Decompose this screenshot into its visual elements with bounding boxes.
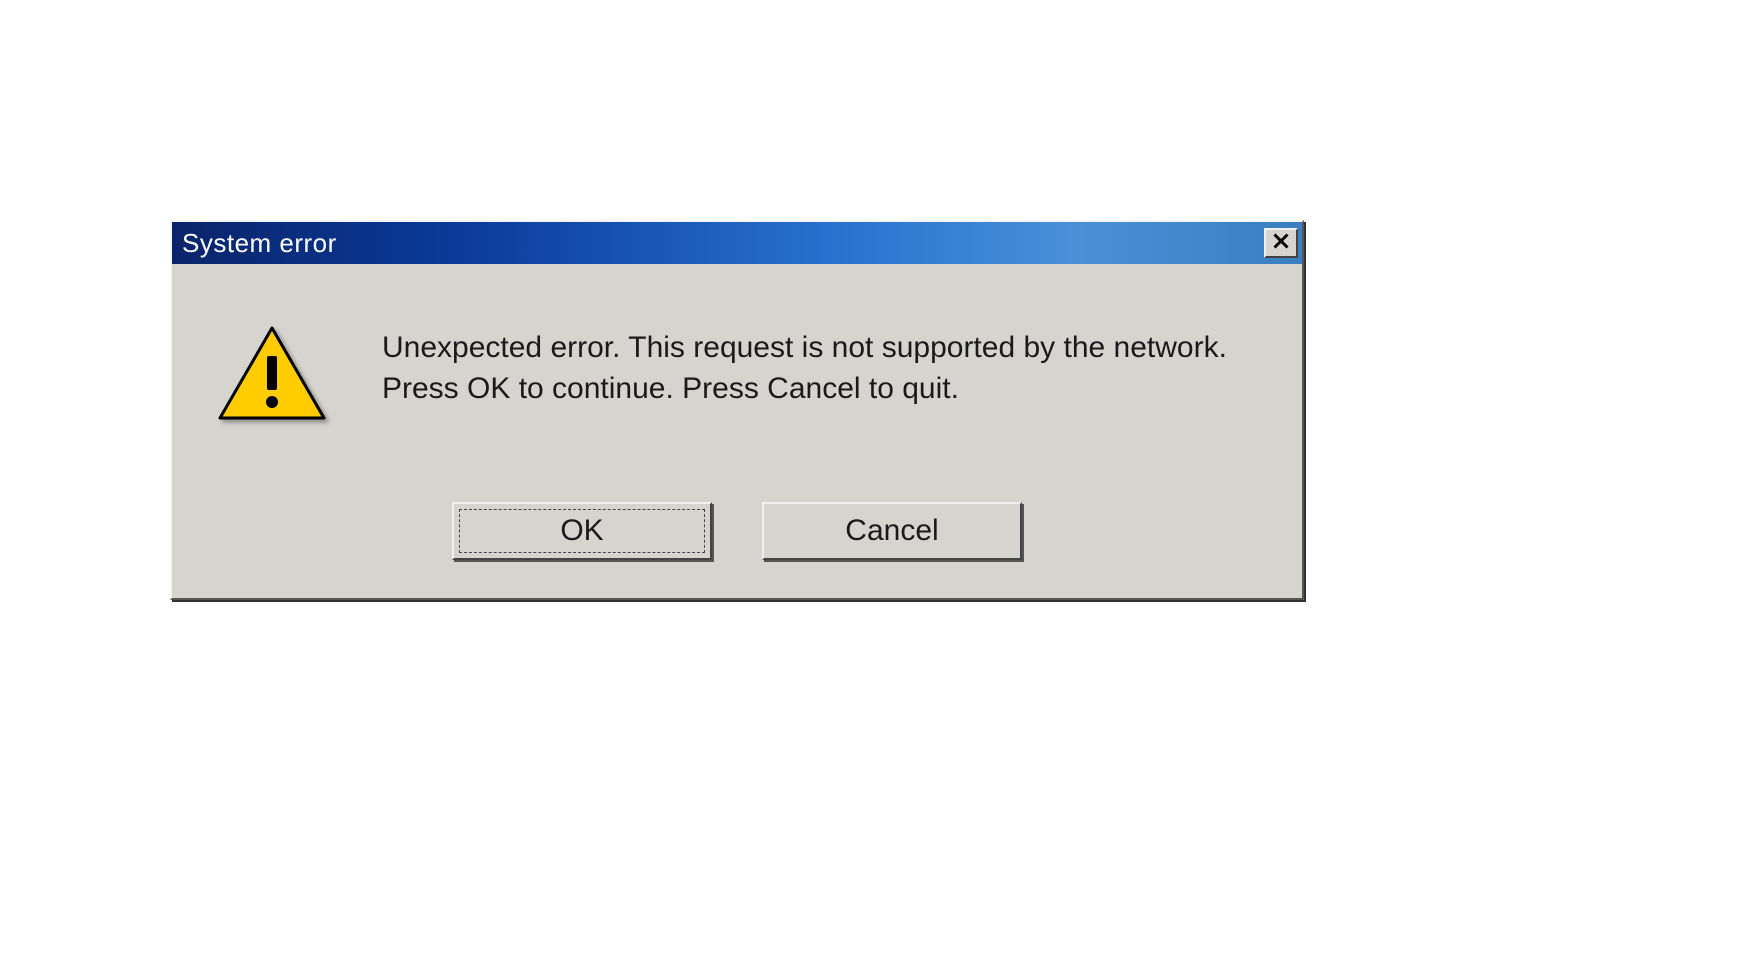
warning-icon-container (212, 324, 332, 427)
cancel-button-label: Cancel (845, 514, 938, 548)
dialog-message: Unexpected error. This request is not su… (332, 324, 1227, 409)
ok-button[interactable]: OK (452, 502, 712, 560)
cancel-button[interactable]: Cancel (762, 502, 1022, 560)
titlebar: System error (172, 222, 1302, 264)
close-icon (1272, 232, 1290, 255)
dialog-title: System error (182, 228, 337, 259)
error-dialog: System error Unexpected error. This requ… (170, 220, 1304, 600)
close-button[interactable] (1264, 228, 1298, 258)
dialog-content: Unexpected error. This request is not su… (172, 264, 1302, 427)
ok-button-label: OK (560, 514, 603, 548)
button-row: OK Cancel (172, 502, 1302, 560)
warning-icon (216, 324, 328, 427)
